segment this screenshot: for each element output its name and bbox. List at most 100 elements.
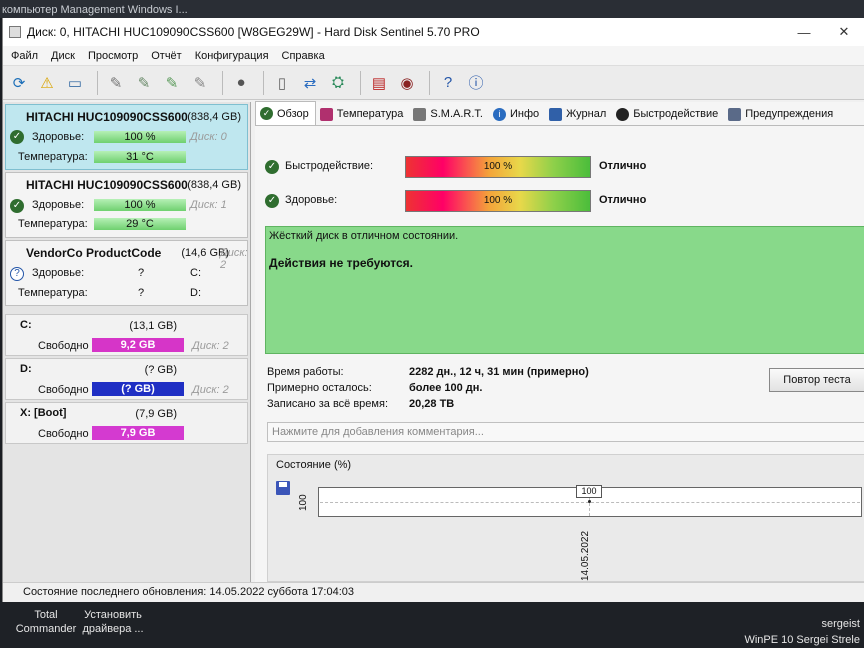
- info-icon[interactable]: ⓘ: [464, 71, 488, 95]
- performance-row: ✓ Быстродействие: 100 % Отлично: [263, 156, 863, 178]
- sync-icon[interactable]: ⇄: [298, 71, 322, 95]
- toolbar-separator: [97, 70, 98, 95]
- watermark-user: sergeist: [821, 618, 860, 630]
- menu-report[interactable]: Отчёт: [147, 50, 190, 62]
- tab-overview[interactable]: ✓ Обзор: [255, 101, 316, 125]
- chart-title: Состояние (%): [276, 459, 352, 471]
- health-label: Здоровье:: [32, 267, 85, 279]
- volume-item-x-boot[interactable]: X: [Boot] (7,9 GB) Свободно 7,9 GB: [5, 402, 248, 444]
- window-title: Диск: 0, HITACHI HUC109090CSS600 [W8GEG2…: [27, 25, 480, 39]
- disk-name: VendorCo ProductCode: [26, 246, 162, 260]
- temperature-label: Температура:: [18, 151, 88, 163]
- menu-disk[interactable]: Диск: [47, 50, 84, 62]
- save-icon[interactable]: [276, 481, 290, 495]
- icon-label: Total: [34, 609, 58, 621]
- menu-bar: Файл Диск Просмотр Отчёт Конфигурация Сп…: [3, 46, 864, 66]
- tab-smart[interactable]: S.M.A.R.T.: [409, 103, 489, 125]
- remaining-value: более 100 дн.: [409, 382, 483, 394]
- disk-item-2[interactable]: VendorCo ProductCode (14,6 GB) Диск: 2 ?…: [5, 240, 248, 306]
- x-tick-label: 14.05.2022: [580, 530, 591, 581]
- info-icon: i: [492, 107, 506, 121]
- free-label: Свободно: [38, 384, 89, 396]
- disk-test2-icon[interactable]: ✎: [132, 71, 156, 95]
- y-tick-label: 100: [298, 494, 309, 511]
- tab-log[interactable]: Журнал: [545, 103, 612, 125]
- check-icon: ✓: [260, 107, 273, 120]
- minimize-button[interactable]: —: [784, 25, 824, 40]
- volume-item-d[interactable]: D: (? GB) Свободно (? GB) Диск: 2: [5, 358, 248, 400]
- file-icon[interactable]: ▯: [270, 71, 294, 95]
- volume-size: (? GB): [144, 364, 177, 376]
- repeat-test-button[interactable]: Повтор теста: [769, 368, 864, 392]
- health-bar: 100 %: [94, 199, 186, 211]
- health-label: Здоровье:: [32, 131, 85, 143]
- data-point-label: 100: [576, 485, 602, 498]
- help-icon[interactable]: ?: [436, 71, 460, 95]
- details-pane: ✓ Обзор Температура S.M.A.R.T. i Инфо Жу…: [255, 101, 864, 582]
- report-icon[interactable]: ▤: [367, 71, 391, 95]
- app-window: Диск: 0, HITACHI HUC109090CSS600 [W8GEG2…: [2, 18, 864, 602]
- watermark-build: WinPE 10 Sergei Strele: [744, 634, 860, 646]
- thermometer-icon: [319, 107, 333, 121]
- volume-size: (13,1 GB): [129, 320, 177, 332]
- icon-label: драйвера ...: [82, 623, 144, 635]
- icon-label: Установить: [84, 609, 142, 621]
- toolbar-separator: [360, 70, 361, 95]
- status-bar: Состояние последнего обновления: 14.05.2…: [3, 582, 864, 602]
- menu-file[interactable]: Файл: [7, 50, 47, 62]
- tab-label: Температура: [336, 108, 404, 120]
- performance-bar: 100 %: [405, 156, 591, 178]
- disk-test4-icon[interactable]: ✎: [188, 71, 212, 95]
- menu-view[interactable]: Просмотр: [84, 50, 147, 62]
- tab-bar: ✓ Обзор Температура S.M.A.R.T. i Инфо Жу…: [255, 101, 864, 126]
- tab-alerts[interactable]: Предупреждения: [724, 103, 839, 125]
- disk-test3-icon[interactable]: ✎: [160, 71, 184, 95]
- health-label: Здоровье:: [285, 194, 338, 206]
- desktop-icon-install-drivers[interactable]: Установить драйвера ...: [80, 608, 146, 636]
- volume-name: D:: [20, 363, 32, 375]
- free-space-bar: (? GB): [92, 382, 184, 396]
- warning-icon[interactable]: ⚠: [35, 71, 59, 95]
- log-icon: [549, 107, 563, 121]
- toolbar-separator: [429, 70, 430, 95]
- menu-configuration[interactable]: Конфигурация: [191, 50, 278, 62]
- disk-test-icon[interactable]: ✎: [104, 71, 128, 95]
- drive-letter: C:: [190, 267, 201, 279]
- blob-icon[interactable]: ●: [229, 71, 253, 95]
- monitor-icon[interactable]: ▭: [63, 71, 87, 95]
- network-icon[interactable]: ⛭: [326, 71, 350, 95]
- desktop-area: Total Commander Установить драйвера ... …: [0, 602, 864, 648]
- tab-label: Быстродействие: [633, 108, 719, 120]
- temperature-label: Температура:: [18, 287, 88, 299]
- settings-icon[interactable]: ◉: [395, 71, 419, 95]
- tab-label: Инфо: [509, 108, 540, 120]
- volume-name: C:: [20, 319, 32, 331]
- disk-number: Диск: 1: [190, 199, 227, 211]
- tab-info[interactable]: i Инфо: [489, 103, 545, 125]
- tab-temperature[interactable]: Температура: [316, 103, 410, 125]
- alerts-icon: [728, 107, 742, 121]
- free-space-bar: 7,9 GB: [92, 426, 184, 440]
- comment-input[interactable]: Нажмите для добавления комментария...: [267, 422, 864, 442]
- icon-label: Commander: [15, 623, 77, 635]
- health-history-chart: Состояние (%) 100 100 14.05.2022: [267, 454, 864, 582]
- uptime-value: 2282 дн., 12 ч, 31 мин (примерно): [409, 366, 589, 378]
- free-space-bar: 9,2 GB: [92, 338, 184, 352]
- desktop-icon-total-commander[interactable]: Total Commander: [14, 608, 78, 636]
- health-row: ✓ Здоровье: 100 % Отлично: [263, 190, 863, 212]
- volume-item-c[interactable]: C: (13,1 GB) Свободно 9,2 GB Диск: 2: [5, 314, 248, 356]
- disk-item-1[interactable]: HITACHI HUC109090CSS600 (838,4 GB) ✓ Здо…: [5, 172, 248, 238]
- menu-help[interactable]: Справка: [278, 50, 334, 62]
- close-button[interactable]: ✕: [824, 24, 864, 40]
- smart-icon: [413, 107, 427, 121]
- uptime-label: Время работы:: [267, 366, 344, 378]
- disk-name: HITACHI HUC109090CSS600: [26, 178, 188, 192]
- tab-label: Журнал: [566, 108, 607, 120]
- tab-performance[interactable]: Быстродействие: [612, 103, 724, 125]
- disk-item-0[interactable]: HITACHI HUC109090CSS600 (838,4 GB) ✓ Здо…: [5, 104, 248, 170]
- status-message: Жёсткий диск в отличном состоянии.: [269, 230, 459, 242]
- refresh-icon[interactable]: ⟳: [7, 71, 31, 95]
- tab-label: S.M.A.R.T.: [430, 108, 483, 120]
- volume-disk: Диск: 2: [192, 340, 229, 352]
- temperature-bar: 31 °C: [94, 151, 186, 163]
